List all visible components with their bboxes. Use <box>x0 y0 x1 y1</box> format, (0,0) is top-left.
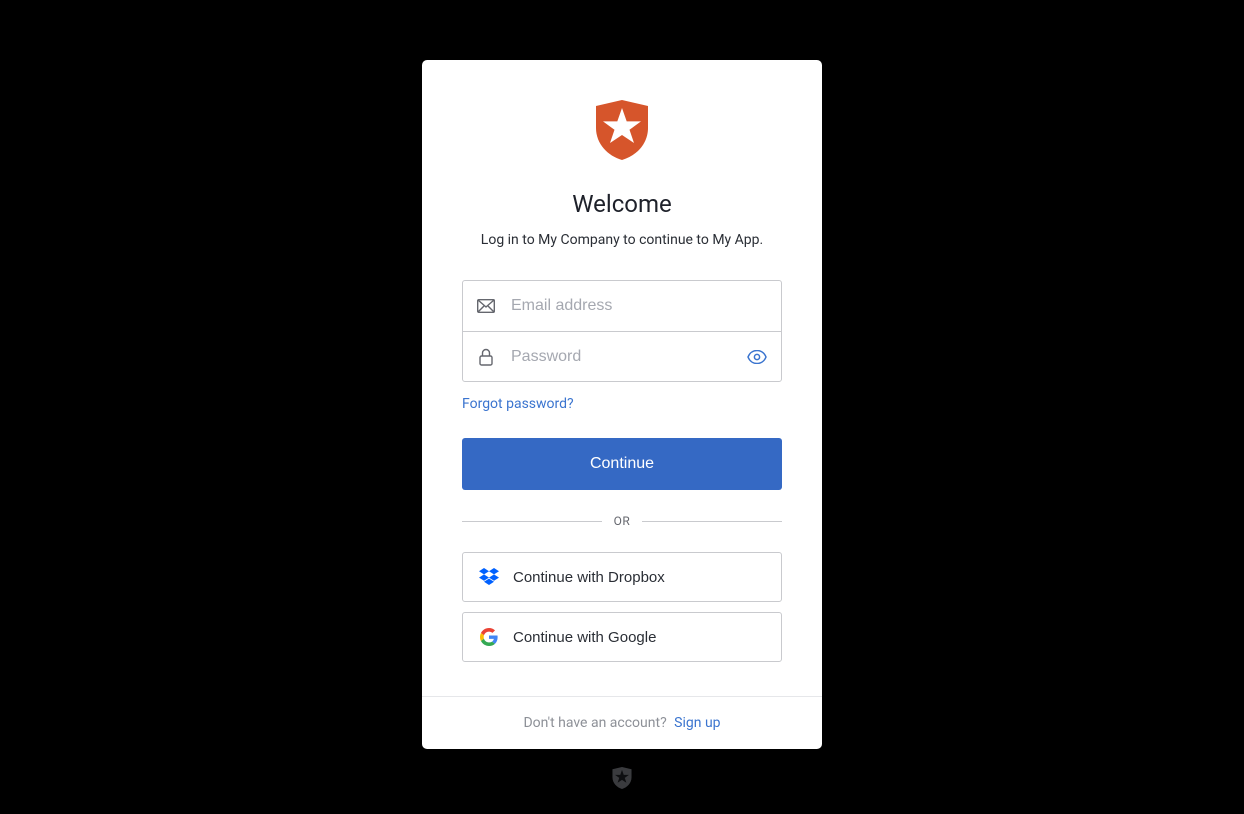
shield-star-icon <box>596 100 648 160</box>
card-body: Welcome Log in to My Company to continue… <box>422 60 822 696</box>
mail-icon <box>477 297 495 315</box>
app-logo <box>596 100 648 164</box>
or-divider: OR <box>462 514 782 528</box>
password-field[interactable] <box>511 348 747 366</box>
google-icon <box>479 627 499 647</box>
divider-line-left <box>462 521 602 522</box>
password-row <box>463 331 781 381</box>
lock-icon <box>477 348 495 366</box>
signup-prompt: Don't have an account? <box>523 715 666 731</box>
signup-link[interactable]: Sign up <box>674 715 720 731</box>
continue-with-google-button[interactable]: Continue with Google <box>462 612 782 662</box>
continue-button[interactable]: Continue <box>462 438 782 490</box>
divider-label: OR <box>602 514 643 528</box>
google-button-label: Continue with Google <box>513 629 656 646</box>
dropbox-icon <box>479 567 499 587</box>
login-card: Welcome Log in to My Company to continue… <box>422 60 822 749</box>
continue-with-dropbox-button[interactable]: Continue with Dropbox <box>462 552 782 602</box>
email-field[interactable] <box>511 297 767 315</box>
page-title: Welcome <box>572 190 672 218</box>
credentials-input-group <box>462 280 782 382</box>
provider-badge-icon <box>612 767 632 793</box>
email-row <box>463 281 781 331</box>
card-footer: Don't have an account? Sign up <box>422 696 822 749</box>
dropbox-button-label: Continue with Dropbox <box>513 569 665 586</box>
forgot-password-link[interactable]: Forgot password? <box>462 396 574 412</box>
show-password-icon[interactable] <box>747 347 767 367</box>
divider-line-right <box>642 521 782 522</box>
page-subtitle: Log in to My Company to continue to My A… <box>481 232 763 248</box>
